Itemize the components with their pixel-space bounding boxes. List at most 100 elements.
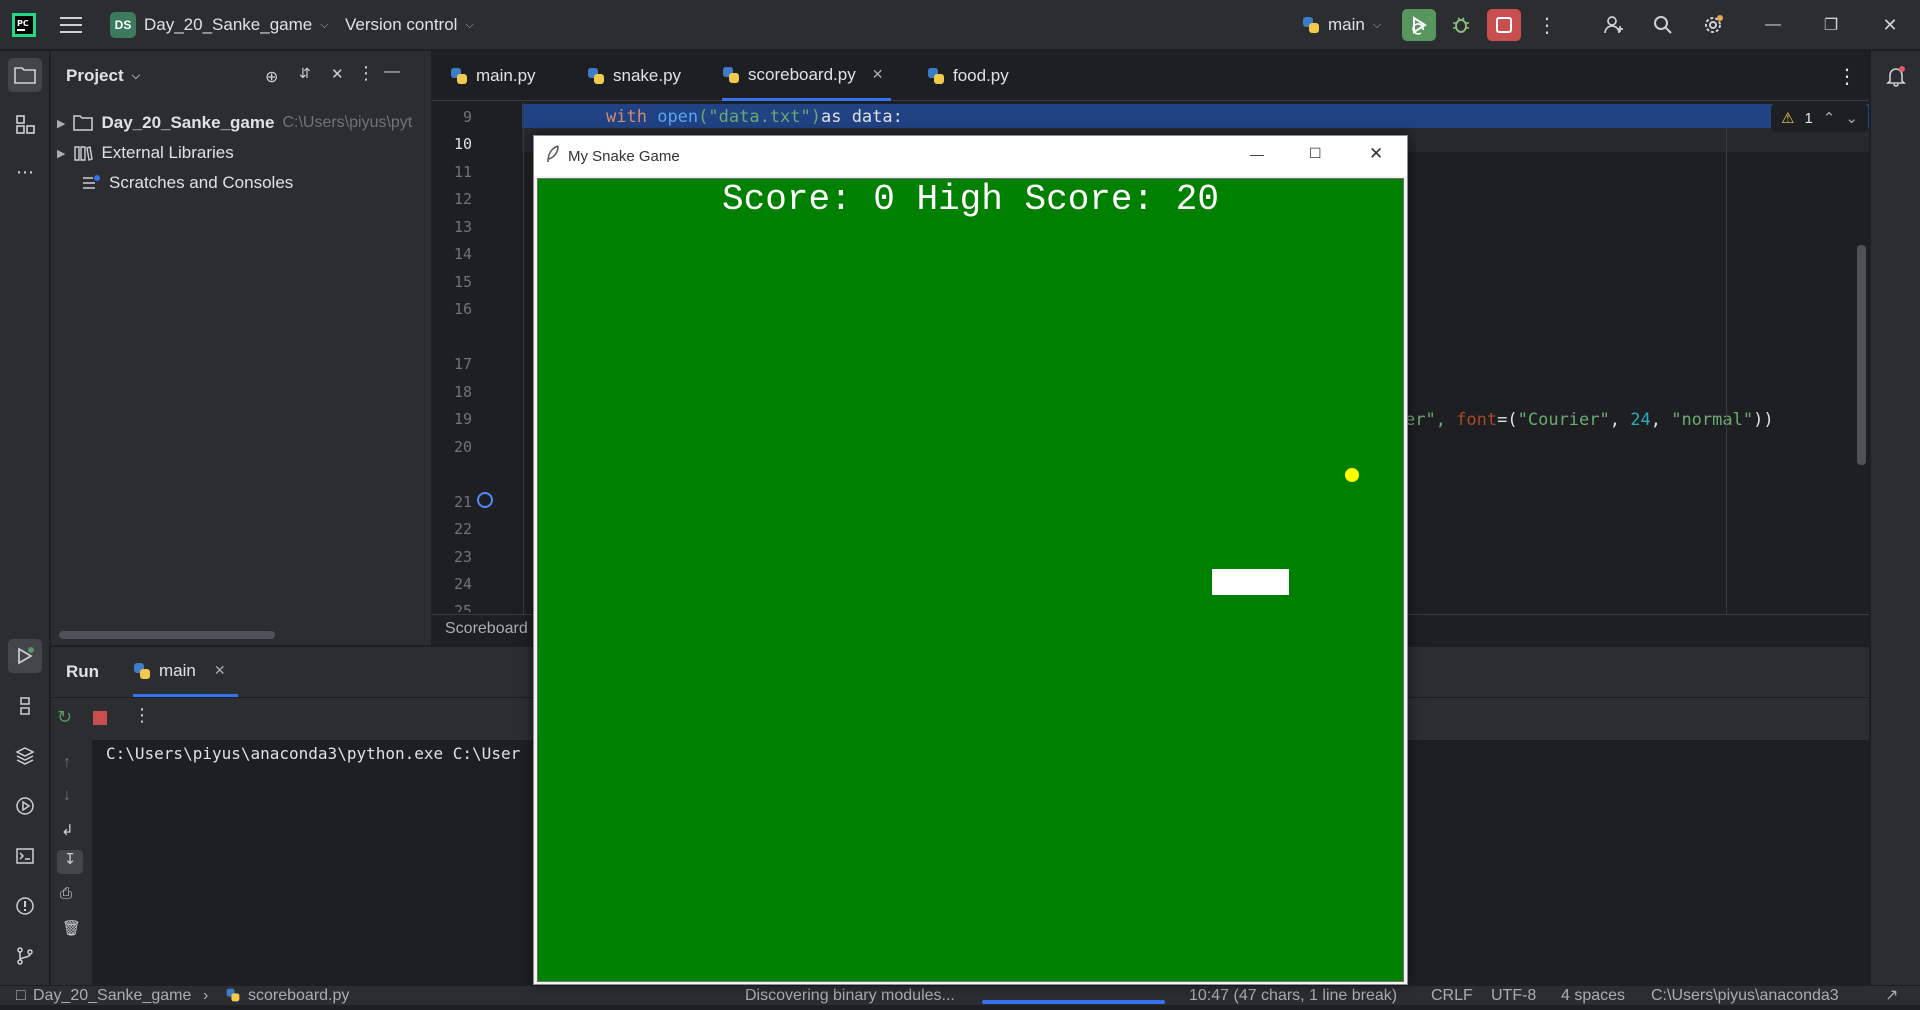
game-window-title: My Snake Game <box>568 147 680 165</box>
hide-panel-icon[interactable]: — <box>384 63 400 81</box>
close-icon[interactable]: ✕ <box>1873 9 1907 41</box>
run-config-name: main <box>1328 15 1365 34</box>
line-number: 23 <box>453 548 472 566</box>
close-tab-icon[interactable]: ✕ <box>872 66 884 83</box>
project-folder-icon[interactable] <box>8 58 42 92</box>
notifications-bell-icon[interactable] <box>1879 59 1913 93</box>
game-window-titlebar[interactable]: My Snake Game — ☐ ✕ <box>534 136 1407 176</box>
close-icon[interactable]: ✕ <box>1369 144 1383 164</box>
code-line-19-tail[interactable]: er", font=("Courier", 24, "normal")) <box>1405 410 1774 430</box>
project-badge: DS <box>110 12 136 38</box>
line-number: 10 <box>453 135 472 153</box>
vcs-menu[interactable]: Version control ⌵ <box>345 0 474 50</box>
folder-icon <box>73 115 94 131</box>
background-task-label[interactable]: Discovering binary modules... <box>745 986 955 1006</box>
gutter-divider <box>523 102 524 614</box>
minimize-icon[interactable]: — <box>1756 9 1790 41</box>
code-string: er", <box>1405 410 1457 430</box>
tabs-options-icon[interactable]: ⋮ <box>1837 51 1857 101</box>
editor-breadcrumb[interactable]: Scoreboard <box>445 620 528 638</box>
more-actions-icon[interactable]: ⋮ <box>1530 9 1564 41</box>
run-config-selector[interactable]: main ⌵ <box>1302 0 1381 50</box>
stop-button[interactable] <box>1487 9 1521 41</box>
chevron-down-icon: ⌵ <box>465 18 474 31</box>
warning-count: 1 <box>1804 109 1813 127</box>
collapse-all-icon[interactable]: ✕ <box>331 65 344 83</box>
tree-item-external-libraries[interactable]: ▶ External Libraries <box>57 139 234 167</box>
minimize-icon[interactable]: — <box>1250 146 1264 162</box>
terminal-icon[interactable] <box>8 839 42 873</box>
indent-setting[interactable]: 4 spaces <box>1561 986 1625 1006</box>
readonly-lock-icon[interactable]: ↗ <box>1885 986 1898 1006</box>
tree-item-scratches[interactable]: Scratches and Consoles <box>81 169 293 197</box>
tree-item-project-root[interactable]: ▶ Day_20_Sanke_game C:\Users\piyus\pyt <box>57 109 412 137</box>
line-number: 20 <box>453 438 472 456</box>
main-menu-icon[interactable] <box>60 0 82 50</box>
scroll-to-end-icon[interactable]: ↧ <box>57 850 83 874</box>
feather-icon <box>546 145 560 167</box>
structure-icon[interactable] <box>8 107 42 141</box>
python-file-icon <box>450 67 468 85</box>
python-packages-icon[interactable] <box>8 739 42 773</box>
tab-food-py[interactable]: food.py <box>927 51 1009 101</box>
maximize-icon[interactable]: ☐ <box>1309 145 1322 162</box>
problems-icon[interactable] <box>8 889 42 923</box>
project-switcher[interactable]: DS Day_20_Sanke_game ⌵ <box>110 0 329 50</box>
run-tab-main[interactable]: main ✕ <box>133 647 238 697</box>
git-branch-icon[interactable] <box>8 939 42 973</box>
horizontal-scrollbar[interactable] <box>59 631 275 639</box>
override-gutter-icon[interactable] <box>477 492 493 508</box>
tab-snake-py[interactable]: snake.py <box>587 51 681 101</box>
line-number: 9 <box>462 108 472 126</box>
line-number-gutter: 9 10 11 12 13 14 15 16 17 18 19 20 21 22… <box>432 102 522 614</box>
project-panel-header[interactable]: Project ⌵ <box>66 51 140 101</box>
python-icon <box>133 662 151 680</box>
more-tools-icon[interactable]: ⋯ <box>8 155 42 189</box>
tab-scoreboard-py[interactable]: scoreboard.py ✕ <box>722 51 892 101</box>
services-icon[interactable] <box>8 789 42 823</box>
tab-label: main.py <box>476 66 536 85</box>
chevron-down-icon[interactable]: ⌄ <box>1845 109 1858 127</box>
run-tool-icon[interactable] <box>8 639 42 673</box>
restore-icon[interactable]: ❐ <box>1814 9 1848 41</box>
code-text: )) <box>1753 410 1774 430</box>
print-icon[interactable]: ⎙ <box>60 885 72 902</box>
scroll-up-icon[interactable]: ↑ <box>63 754 71 772</box>
close-tab-icon[interactable]: ✕ <box>214 662 226 679</box>
stop-icon[interactable] <box>93 711 107 725</box>
status-crumb-project[interactable]: Day_20_Sanke_game <box>33 986 191 1006</box>
inspection-widget[interactable]: ⚠ 1 ⌃ ⌄ <box>1771 104 1868 132</box>
status-crumb-file[interactable]: scoreboard.py <box>248 986 349 1006</box>
pycharm-logo-icon[interactable]: PC <box>12 0 36 50</box>
game-canvas[interactable]: Score: 0 High Score: 20 <box>537 178 1404 982</box>
python-icon <box>224 986 242 1006</box>
file-encoding[interactable]: UTF-8 <box>1491 986 1536 1006</box>
search-icon[interactable] <box>1646 9 1680 41</box>
settings-gear-icon[interactable] <box>1696 9 1730 41</box>
python-icon <box>1302 16 1320 34</box>
code-with-me-icon[interactable] <box>1597 9 1631 41</box>
debug-icon[interactable] <box>1444 9 1478 41</box>
right-margin-guide <box>1726 128 1727 614</box>
code-line-9[interactable]: with open("data.txt")as data: <box>606 107 903 127</box>
line-separator[interactable]: CRLF <box>1431 986 1473 1006</box>
locate-icon[interactable]: ⊕ <box>265 67 278 87</box>
rerun-icon[interactable]: ↻ <box>57 707 77 727</box>
tab-main-py[interactable]: main.py <box>450 51 536 101</box>
interpreter-path[interactable]: C:\Users\piyus\anaconda3 <box>1651 986 1839 1006</box>
chevron-up-icon[interactable]: ⌃ <box>1823 109 1836 127</box>
python-console-icon[interactable] <box>8 689 42 723</box>
more-options-icon[interactable]: ⋮ <box>133 705 151 726</box>
expand-all-icon[interactable]: ⇵ <box>299 65 311 82</box>
line-number: 24 <box>453 575 472 593</box>
rerun-button[interactable] <box>1402 9 1436 41</box>
chevron-down-icon: ⌵ <box>1372 18 1382 31</box>
svg-text:PC: PC <box>17 19 29 28</box>
scroll-down-icon[interactable]: ↓ <box>63 787 71 805</box>
panel-options-icon[interactable]: ⋮ <box>357 63 375 84</box>
soft-wrap-icon[interactable]: ↲ <box>61 821 74 839</box>
clear-all-trash-icon[interactable]: 🗑 <box>62 919 81 937</box>
python-file-icon <box>927 67 945 85</box>
caret-position[interactable]: 10:47 (47 chars, 1 line break) <box>1189 986 1397 1006</box>
vertical-scrollbar[interactable] <box>1857 245 1866 465</box>
